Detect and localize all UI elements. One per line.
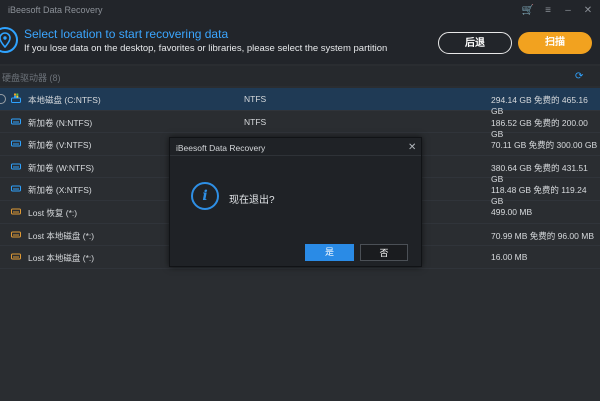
cart-icon[interactable]: 🛒 [520,3,536,19]
title-bar: iBeesoft Data Recovery 🛒 ≡ – ✕ [0,0,600,22]
window-controls: 🛒 ≡ – ✕ [520,3,596,19]
drive-name: 本地磁盘 (C:NTFS) [28,95,101,105]
exit-confirm-dialog: iBeesoft Data Recovery ✕ i 现在退出? 是 否 [169,137,422,267]
lost-drive-icon [11,231,21,238]
drive-name: Lost 本地磁盘 (*:) [28,230,95,241]
minimize-icon[interactable]: – [560,3,576,19]
drive-row[interactable]: 新加卷 (N:NTFS) NTFS 186.52 GB 免费的 200.00 G… [0,111,600,139]
drive-icon [11,140,21,147]
drive-name: 新加卷 (X:NTFS) [28,185,92,196]
drive-name: 新加卷 (V:NTFS) [28,140,92,151]
drive-size: 499.00 MB [491,206,533,217]
scan-button[interactable]: 扫描 [518,32,592,54]
section-label: 硬盘驱动器 (8) [2,73,61,83]
drive-name: 新加卷 (W:NTFS) [28,162,94,173]
app-title: iBeesoft Data Recovery [8,5,103,15]
drive-row[interactable]: 本地磁盘 (C:NTFS) NTFS 294.14 GB 免费的 465.16 … [0,88,600,116]
drive-icon [11,163,21,170]
drive-size: 70.11 GB 免费的 300.00 GB [491,140,598,151]
back-button[interactable]: 后退 [438,32,512,54]
drive-size: 16.00 MB [491,252,528,263]
close-icon[interactable]: ✕ [408,142,416,153]
page-title: Select location to start recovering data [24,27,229,41]
lost-drive-icon [11,253,21,260]
drive-icon [11,118,21,125]
page-subtitle: If you lose data on the desktop, favorit… [24,43,388,54]
location-pin-icon [0,27,18,53]
dialog-divider [170,155,421,156]
dialog-message: 现在退出? [229,195,275,206]
yes-button[interactable]: 是 [305,244,354,261]
drive-icon [11,185,21,192]
drive-name: Lost 本地磁盘 (*:) [28,253,95,264]
refresh-icon[interactable]: ⟳ [575,71,583,82]
drive-name: 新加卷 (N:NTFS) [28,117,93,128]
no-button[interactable]: 否 [360,244,408,261]
info-icon: i [191,182,219,210]
drive-filesystem: NTFS [244,116,267,127]
drives-section-header: 硬盘驱动器 (8) ⟳ [0,66,600,86]
close-window-icon[interactable]: ✕ [580,3,596,19]
lost-drive-icon [11,208,21,215]
drive-name: Lost 恢复 (*:) [28,207,78,218]
menu-icon[interactable]: ≡ [540,3,556,19]
windows-drive-icon [11,93,21,103]
dialog-title: iBeesoft Data Recovery [176,143,266,153]
drive-filesystem: NTFS [244,94,267,104]
radio-button[interactable] [0,94,6,104]
drive-size: 70.99 MB 免费的 96.00 MB [491,230,594,241]
